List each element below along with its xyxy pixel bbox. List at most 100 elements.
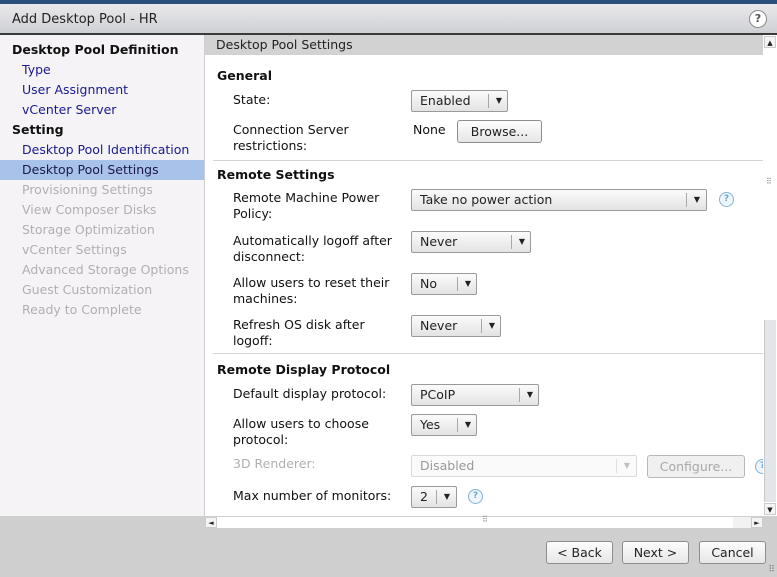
power-policy-label: Remote Machine Power Policy:: [233, 190, 403, 222]
dropdown-separator: [686, 193, 687, 207]
scroll-down-icon[interactable]: ▼: [764, 503, 776, 515]
dropdown-separator: [457, 277, 458, 291]
sidebar-item-vcenter-settings: vCenter Settings: [22, 242, 127, 257]
max-monitors-value: 2: [420, 489, 428, 504]
default-protocol-value: PCoIP: [420, 387, 456, 402]
scroll-right-icon[interactable]: ►: [751, 517, 763, 528]
refresh-os-disk-value: Never: [420, 318, 458, 333]
power-policy-value: Take no power action: [420, 192, 553, 207]
choose-protocol-label-line2: protocol:: [233, 432, 289, 447]
vertical-scrollbar[interactable]: ▲ ⠿ ▼: [763, 35, 777, 516]
next-button[interactable]: Next >: [622, 541, 689, 564]
section-general-title: General: [217, 68, 272, 83]
sidebar-item-view-composer-disks: View Composer Disks: [22, 202, 157, 217]
auto-logoff-dropdown[interactable]: Never ▼: [411, 231, 531, 253]
connection-server-label-line1: Connection Server: [233, 122, 349, 137]
max-monitors-help-icon[interactable]: ?: [468, 489, 483, 504]
dropdown-separator: [511, 235, 512, 249]
horizontal-scrollbar[interactable]: ◄ ⠿ ►: [205, 515, 763, 528]
reset-machines-dropdown[interactable]: No ▼: [411, 273, 477, 295]
connection-server-label-line2: restrictions:: [233, 138, 308, 153]
chevron-down-icon: ▼: [488, 321, 496, 330]
sidebar-item-desktop-pool-identification[interactable]: Desktop Pool Identification: [0, 140, 204, 160]
dropdown-separator: [436, 490, 437, 504]
configure-button: Configure...: [647, 455, 745, 478]
chevron-down-icon: ▼: [495, 96, 503, 105]
grip-icon: ⠿: [482, 515, 488, 524]
section-divider: [213, 353, 763, 354]
section-display-protocol-title: Remote Display Protocol: [217, 362, 391, 377]
dropdown-separator: [457, 418, 458, 432]
chevron-down-icon: ▼: [443, 492, 451, 501]
power-policy-label-line2: Policy:: [233, 206, 273, 221]
section-remote-settings-title: Remote Settings: [217, 167, 335, 182]
chevron-down-icon: ▼: [693, 195, 701, 204]
max-monitors-label: Max number of monitors:: [233, 488, 392, 503]
connection-server-value: None: [413, 122, 446, 137]
3d-renderer-dropdown: Disabled ▼: [411, 455, 637, 477]
sidebar-item-ready-to-complete: Ready to Complete: [22, 302, 142, 317]
choose-protocol-label-line1: Allow users to choose: [233, 416, 369, 431]
choose-protocol-value: Yes: [420, 417, 441, 432]
dialog-titlebar: Add Desktop Pool - HR ?: [0, 4, 777, 35]
3d-renderer-value: Disabled: [420, 458, 475, 473]
dialog-title: Add Desktop Pool - HR: [12, 12, 158, 27]
sidebar-item-type[interactable]: Type: [0, 60, 204, 80]
max-monitors-dropdown[interactable]: 2 ▼: [411, 486, 457, 508]
choose-protocol-dropdown[interactable]: Yes ▼: [411, 414, 477, 436]
sidebar-item-advanced-storage-options: Advanced Storage Options: [22, 262, 189, 277]
state-dropdown[interactable]: Enabled ▼: [411, 90, 508, 112]
auto-logoff-label-line1: Automatically logoff after: [233, 233, 392, 248]
sidebar-item-vcenter-server[interactable]: vCenter Server: [0, 100, 204, 120]
section-divider: [213, 160, 763, 161]
back-button[interactable]: < Back: [546, 541, 613, 564]
reset-machines-value: No: [420, 276, 437, 291]
dropdown-separator: [481, 319, 482, 333]
dropdown-separator: [488, 94, 489, 108]
dropdown-separator: [616, 459, 617, 473]
chevron-down-icon: ▼: [518, 237, 526, 246]
sidebar-item-user-assignment[interactable]: User Assignment: [0, 80, 204, 100]
panel-header: Desktop Pool Settings: [205, 35, 763, 55]
reset-machines-label: Allow users to reset their machines:: [233, 275, 403, 307]
scroll-left-icon[interactable]: ◄: [205, 517, 217, 528]
dropdown-separator: [519, 388, 520, 402]
vertical-scroll-thumb[interactable]: [764, 320, 776, 502]
help-icon[interactable]: ?: [749, 10, 767, 28]
settings-panel: Desktop Pool Settings General State: Ena…: [205, 35, 763, 516]
refresh-os-disk-label-line2: logoff:: [233, 333, 273, 348]
browse-button[interactable]: Browse...: [457, 120, 542, 143]
3d-renderer-help-icon[interactable]: ?: [755, 459, 763, 474]
reset-machines-label-line1: Allow users to reset their: [233, 275, 390, 290]
sidebar-group-desktop-pool-definition: Desktop Pool Definition: [12, 42, 179, 57]
auto-logoff-label: Automatically logoff after disconnect:: [233, 233, 403, 265]
default-protocol-label: Default display protocol:: [233, 386, 387, 401]
refresh-os-disk-label-line1: Refresh OS disk after: [233, 317, 365, 332]
auto-logoff-label-line2: disconnect:: [233, 249, 305, 264]
cancel-button[interactable]: Cancel: [699, 541, 766, 564]
auto-logoff-value: Never: [420, 234, 458, 249]
chevron-down-icon: ▼: [623, 461, 631, 470]
power-policy-dropdown[interactable]: Take no power action ▼: [411, 189, 707, 211]
sidebar-group-setting: Setting: [12, 122, 64, 137]
connection-server-label: Connection Server restrictions:: [233, 122, 403, 154]
chevron-down-icon: ▼: [464, 420, 472, 429]
power-policy-help-icon[interactable]: ?: [719, 192, 734, 207]
chevron-down-icon: ▼: [526, 390, 534, 399]
sidebar-item-provisioning-settings: Provisioning Settings: [22, 182, 153, 197]
default-protocol-dropdown[interactable]: PCoIP ▼: [411, 384, 539, 406]
state-label: State:: [233, 92, 271, 107]
reset-machines-label-line2: machines:: [233, 291, 298, 306]
wizard-steps-sidebar: Desktop Pool Definition Type User Assign…: [0, 35, 204, 516]
horizontal-scroll-thumb[interactable]: ⠿: [217, 515, 733, 528]
power-policy-label-line1: Remote Machine Power: [233, 190, 380, 205]
refresh-os-disk-label: Refresh OS disk after logoff:: [233, 317, 403, 349]
resize-grip-icon[interactable]: ⠿: [768, 565, 775, 575]
sidebar-item-desktop-pool-settings[interactable]: Desktop Pool Settings: [0, 160, 204, 180]
sidebar-item-guest-customization: Guest Customization: [22, 282, 153, 297]
3d-renderer-label: 3D Renderer:: [233, 456, 316, 471]
state-value: Enabled: [420, 93, 471, 108]
refresh-os-disk-dropdown[interactable]: Never ▼: [411, 315, 501, 337]
grip-icon: ⠿: [766, 177, 772, 186]
scroll-up-icon[interactable]: ▲: [764, 36, 776, 48]
